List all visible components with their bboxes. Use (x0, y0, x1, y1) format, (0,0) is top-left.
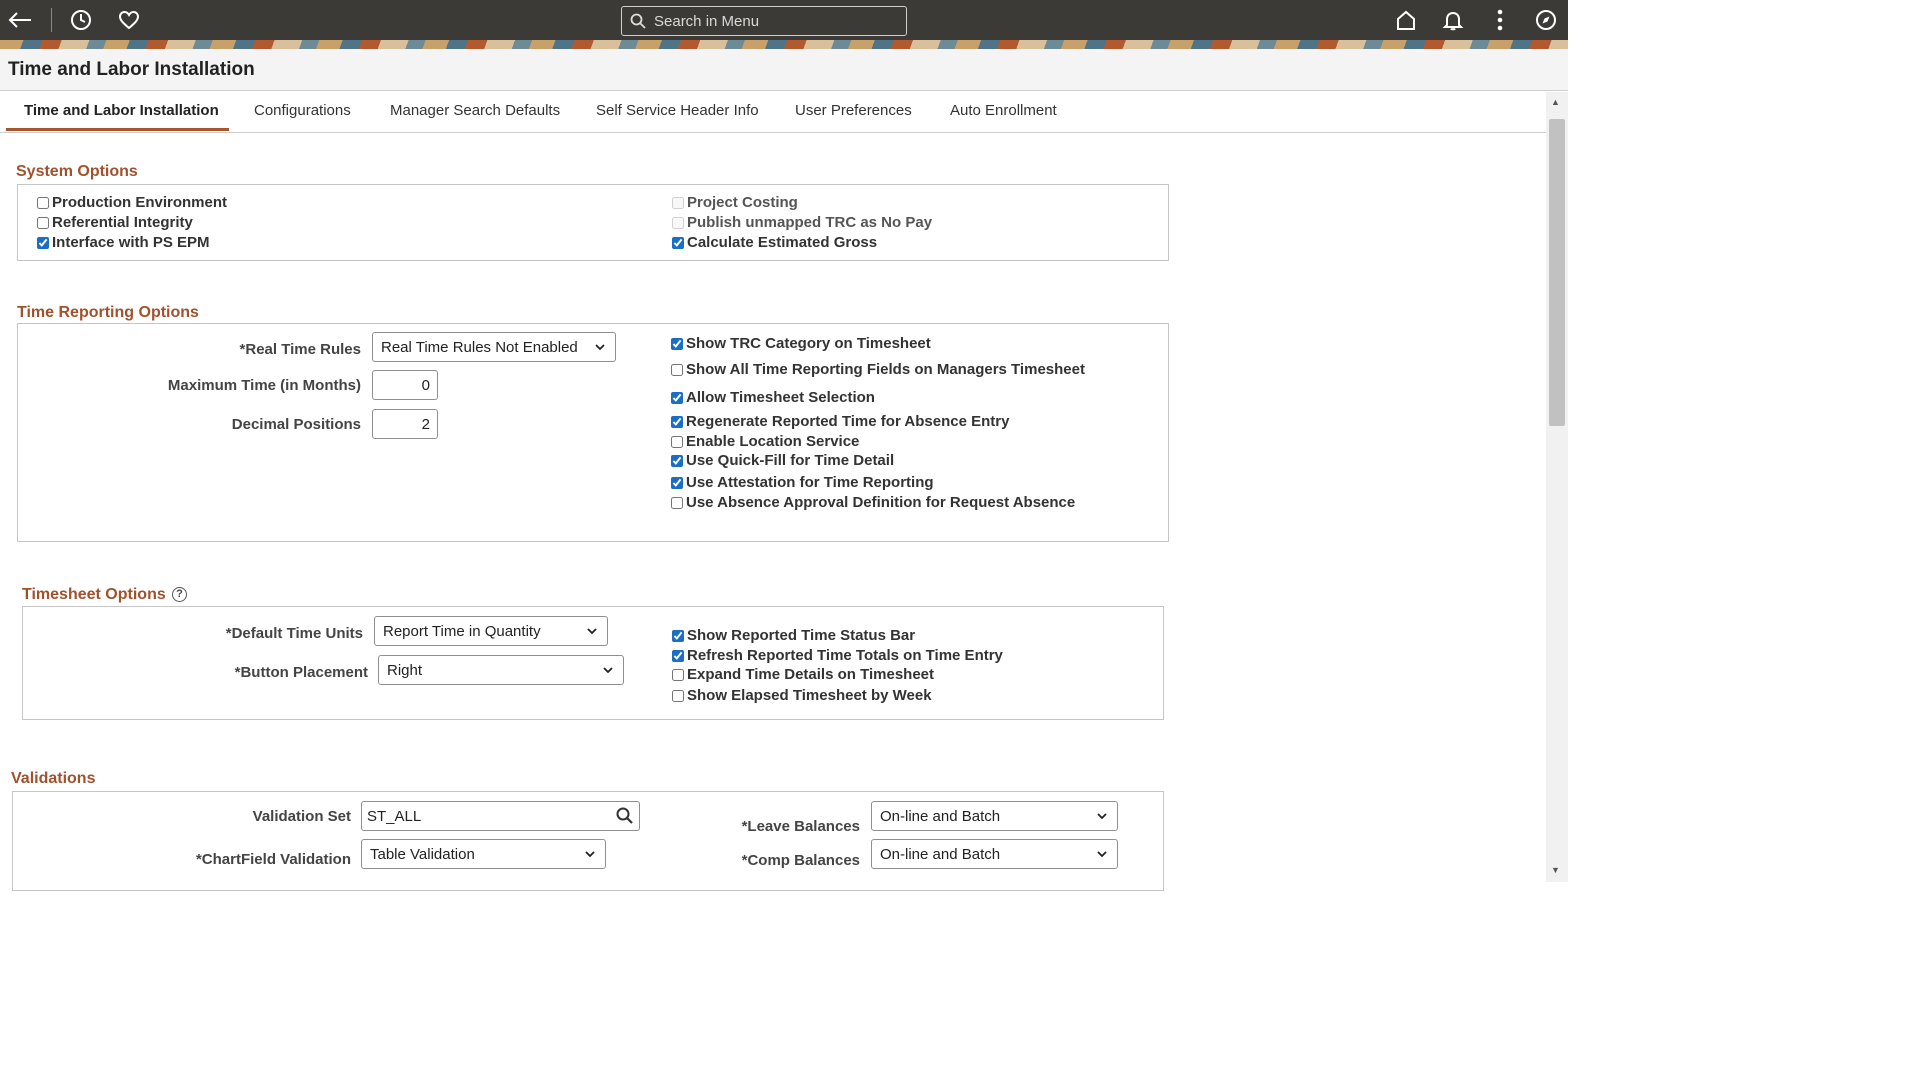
tab-user-preferences[interactable]: User Preferences (795, 102, 912, 119)
top-navigation-bar (0, 0, 1568, 40)
chartfield-validation-label: *ChartField Validation (195, 851, 351, 868)
interface-with-ps-epm-checkbox[interactable]: Interface with PS EPM (37, 234, 210, 251)
show-trc-category-checkbox[interactable]: Show TRC Category on Timesheet (671, 335, 931, 352)
validation-set-input[interactable] (361, 801, 640, 831)
maximum-time-label: Maximum Time (in Months) (167, 377, 361, 394)
page-header: Time and Labor Installation (0, 49, 1568, 91)
active-tab-indicator (6, 128, 229, 131)
menu-search-input[interactable] (652, 11, 892, 31)
scrollbar-thumb[interactable] (1549, 119, 1565, 426)
tab-manager-search-defaults[interactable]: Manager Search Defaults (390, 102, 560, 119)
validations-title: Validations (11, 770, 96, 787)
referential-integrity-checkbox[interactable]: Referential Integrity (37, 214, 193, 231)
show-elapsed-timesheet-by-week-checkbox[interactable]: Show Elapsed Timesheet by Week (672, 687, 932, 704)
leave-balances-label: *Leave Balances (741, 818, 860, 835)
use-quick-fill-checkbox[interactable]: Use Quick-Fill for Time Detail (671, 452, 894, 469)
chevron-down-icon (587, 628, 597, 635)
chevron-down-icon (595, 344, 605, 351)
default-time-units-select[interactable]: Report Time in Quantity (374, 616, 608, 646)
chevron-down-icon (1097, 851, 1107, 858)
real-time-rules-label: *Real Time Rules (239, 341, 361, 358)
comp-balances-label: *Comp Balances (741, 852, 860, 869)
help-question-icon[interactable]: ? (172, 587, 187, 602)
notifications-bell-icon[interactable] (1439, 6, 1467, 34)
regenerate-reported-time-checkbox[interactable]: Regenerate Reported Time for Absence Ent… (671, 413, 1009, 430)
timesheet-options-title: Timesheet Options (22, 586, 166, 603)
button-placement-select[interactable]: Right (378, 655, 624, 685)
time-reporting-options-title: Time Reporting Options (17, 304, 199, 321)
real-time-rules-select[interactable]: Real Time Rules Not Enabled (372, 332, 616, 362)
expand-time-details-checkbox[interactable]: Expand Time Details on Timesheet (672, 666, 934, 683)
default-time-units-label: *Default Time Units (225, 625, 363, 642)
tab-time-and-labor-installation[interactable]: Time and Labor Installation (24, 102, 219, 119)
production-environment-checkbox[interactable]: Production Environment (37, 194, 227, 211)
tab-auto-enrollment[interactable]: Auto Enrollment (950, 102, 1057, 119)
tab-self-service-header-info[interactable]: Self Service Header Info (596, 102, 759, 119)
system-options-title: System Options (16, 163, 138, 180)
validation-set-label: Validation Set (252, 808, 351, 825)
scroll-up-arrow-icon[interactable]: ▲ (1551, 97, 1560, 107)
page-title: Time and Labor Installation (8, 59, 255, 80)
refresh-reported-time-totals-checkbox[interactable]: Refresh Reported Time Totals on Time Ent… (672, 647, 1003, 664)
menu-search-box[interactable] (621, 6, 907, 36)
project-costing-checkbox: Project Costing (672, 194, 798, 211)
lookup-search-icon[interactable] (615, 806, 635, 826)
publish-unmapped-trc-checkbox: Publish unmapped TRC as No Pay (672, 214, 932, 231)
tab-configurations[interactable]: Configurations (254, 102, 351, 119)
search-icon (630, 13, 646, 29)
decorative-banner (0, 40, 1568, 49)
home-icon[interactable] (1392, 6, 1420, 34)
scroll-down-arrow-icon[interactable]: ▼ (1551, 865, 1560, 875)
enable-location-service-checkbox[interactable]: Enable Location Service (671, 433, 859, 450)
show-all-time-reporting-fields-checkbox[interactable]: Show All Time Reporting Fields on Manage… (671, 361, 1085, 378)
navigator-compass-icon[interactable] (1532, 6, 1560, 34)
vertical-scrollbar[interactable]: ▲ ▼ (1546, 92, 1568, 882)
leave-balances-select[interactable]: On-line and Batch (871, 801, 1118, 831)
topbar-divider (51, 8, 52, 32)
use-attestation-checkbox[interactable]: Use Attestation for Time Reporting (671, 474, 934, 491)
tab-bar: Time and Labor Installation Configuratio… (0, 92, 1546, 133)
maximum-time-input[interactable] (372, 370, 438, 400)
button-placement-label: *Button Placement (234, 664, 368, 681)
allow-timesheet-selection-checkbox[interactable]: Allow Timesheet Selection (671, 389, 875, 406)
use-absence-approval-definition-checkbox[interactable]: Use Absence Approval Definition for Requ… (671, 494, 1075, 511)
back-arrow-icon[interactable] (6, 6, 34, 34)
recent-history-icon[interactable] (67, 6, 95, 34)
show-reported-time-status-bar-checkbox[interactable]: Show Reported Time Status Bar (672, 627, 915, 644)
favorites-heart-icon[interactable] (115, 6, 143, 34)
more-actions-icon[interactable] (1486, 6, 1514, 34)
decimal-positions-input[interactable] (372, 409, 438, 439)
chevron-down-icon (603, 667, 613, 674)
comp-balances-select[interactable]: On-line and Batch (871, 839, 1118, 869)
calculate-estimated-gross-checkbox[interactable]: Calculate Estimated Gross (672, 234, 877, 251)
chevron-down-icon (1097, 813, 1107, 820)
chartfield-validation-select[interactable]: Table Validation (361, 839, 606, 869)
chevron-down-icon (585, 851, 595, 858)
decimal-positions-label: Decimal Positions (231, 416, 361, 433)
